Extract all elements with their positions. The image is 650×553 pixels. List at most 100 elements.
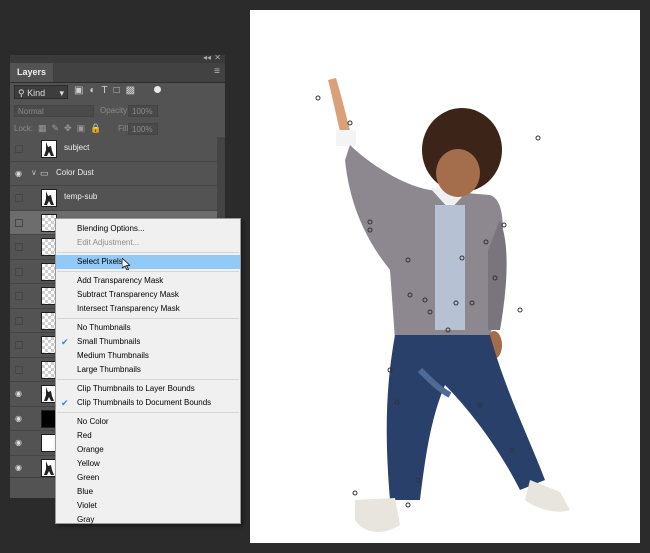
adjustment-filter-icon[interactable]: ◐ (89, 85, 101, 96)
type-filter-icon[interactable]: T (102, 85, 114, 96)
menu-item-label: Subtract Transparency Mask (77, 290, 179, 299)
menu-item-large-thumbnails[interactable]: Large Thumbnails (56, 363, 240, 377)
menu-item-red[interactable]: Red (56, 429, 240, 443)
menu-item-green[interactable]: Green (56, 471, 240, 485)
menu-item-label: Small Thumbnails (77, 337, 141, 346)
menu-item-label: Clip Thumbnails to Layer Bounds (77, 384, 195, 393)
visibility-eye-icon[interactable] (15, 145, 23, 153)
mouse-cursor-icon (122, 258, 130, 270)
menu-item-no-color[interactable]: No Color (56, 415, 240, 429)
menu-item-blue[interactable]: Blue (56, 485, 240, 499)
menu-item-label: Intersect Transparency Mask (77, 304, 180, 313)
menu-item-label: Add Transparency Mask (77, 276, 164, 285)
layer-thumbnail (41, 140, 57, 158)
menu-item-label: No Color (77, 417, 109, 426)
visibility-eye-icon[interactable]: ◉ (15, 414, 23, 422)
filter-kind-label: Kind (27, 88, 46, 98)
visibility-eye-icon[interactable] (15, 243, 23, 251)
layer-thumbnail (41, 189, 57, 207)
menu-item-add-transparency-mask[interactable]: Add Transparency Mask (56, 274, 240, 288)
visibility-eye-icon[interactable] (15, 292, 23, 300)
menu-item-label: Medium Thumbnails (77, 351, 149, 360)
menu-item-label: Green (77, 473, 100, 482)
menu-item-label: Gray (77, 515, 95, 524)
filter-toggle-icon[interactable] (154, 86, 161, 93)
photo-boy-dancing (315, 78, 570, 532)
lock-label: Lock: (14, 124, 34, 133)
menu-item-label: Orange (77, 445, 104, 454)
chevron-down-icon: ▾ (59, 88, 64, 98)
blend-row: Normal Opacity: 100% (14, 105, 222, 119)
menu-item-label: Yellow (77, 459, 100, 468)
menu-item-orange[interactable]: Orange (56, 443, 240, 457)
menu-separator (57, 252, 239, 253)
opacity-input[interactable]: 100% (128, 105, 158, 117)
lock-icons: ▦✎✥▣🔒 (38, 123, 106, 134)
layer-row[interactable]: temp-sub (10, 186, 217, 211)
lock-position-icon[interactable]: ✥ (64, 123, 77, 133)
menu-separator (57, 412, 239, 413)
subject-thumbnail-icon (44, 191, 54, 205)
image-filter-icon[interactable]: ▣ (74, 85, 89, 96)
chevron-down-icon[interactable]: ∨ (31, 168, 37, 177)
visibility-eye-icon[interactable] (15, 316, 23, 325)
menu-item-medium-thumbnails[interactable]: Medium Thumbnails (56, 349, 240, 363)
menu-item-clip-thumbnails-to-document-bounds[interactable]: ✔ Clip Thumbnails to Document Bounds (56, 396, 240, 410)
close-panel-icon[interactable]: ✕ (214, 53, 221, 62)
visibility-eye-icon[interactable] (15, 267, 23, 276)
tab-layers[interactable]: Layers (10, 63, 54, 82)
filter-type-icons: ▣◐T□▩ (74, 85, 141, 96)
shape-filter-icon[interactable]: □ (114, 85, 126, 96)
filter-kind-select[interactable]: ⚲ Kind ▾ (14, 85, 68, 99)
menu-item-no-thumbnails[interactable]: No Thumbnails (56, 321, 240, 335)
lock-transparent-icon[interactable]: ▦ (38, 123, 52, 133)
menu-item-gray[interactable]: Gray (56, 513, 240, 527)
folder-icon: ▭ (40, 167, 49, 178)
lock-image-icon[interactable]: ✎ (52, 123, 65, 133)
visibility-eye-icon[interactable] (15, 365, 23, 374)
lock-row: Lock: ▦✎✥▣🔒 Fill: 100% (14, 123, 222, 137)
menu-separator (57, 271, 239, 272)
subject-thumbnail-icon (44, 460, 54, 475)
subject-thumbnail-icon (44, 387, 54, 401)
panel-tab-bar: Layers ≡ (10, 63, 225, 83)
menu-separator (57, 379, 239, 380)
collapse-panel-icon[interactable]: ◂◂ (203, 53, 211, 62)
visibility-eye-icon[interactable]: ◉ (15, 169, 23, 177)
menu-item-intersect-transparency-mask[interactable]: Intersect Transparency Mask (56, 302, 240, 316)
menu-item-subtract-transparency-mask[interactable]: Subtract Transparency Mask (56, 288, 240, 302)
lock-artboard-icon[interactable]: ▣ (77, 123, 91, 133)
menu-item-select-pixels[interactable]: Select Pixels (56, 255, 240, 270)
panel-title-bar[interactable]: ◂◂ ✕ (10, 53, 225, 63)
layer-row[interactable]: subject (10, 137, 217, 162)
menu-item-blending-options[interactable]: Blending Options... (56, 222, 240, 236)
layer-filter-row: ⚲ Kind ▾ ▣◐T□▩ (14, 85, 222, 101)
smart-object-filter-icon[interactable]: ▩ (126, 85, 141, 96)
search-icon: ⚲ (18, 88, 25, 98)
menu-item-violet[interactable]: Violet (56, 499, 240, 513)
document-canvas[interactable] (250, 10, 640, 543)
subject-thumbnail-icon (44, 142, 54, 156)
lock-all-icon[interactable]: 🔒 (90, 123, 106, 133)
menu-item-label: No Thumbnails (77, 323, 131, 332)
menu-item-label: Edit Adjustment... (77, 238, 140, 247)
visibility-eye-icon[interactable] (15, 218, 23, 227)
menu-item-yellow[interactable]: Yellow (56, 457, 240, 471)
checkmark-icon: ✔ (61, 337, 69, 347)
visibility-eye-icon[interactable]: ◉ (15, 439, 23, 447)
layer-context-menu: Blending Options... Edit Adjustment... Sel… (55, 218, 241, 524)
layer-name: subject (64, 143, 90, 152)
panel-menu-icon[interactable]: ≡ (214, 66, 220, 77)
visibility-eye-icon[interactable]: ◉ (15, 463, 23, 471)
blend-mode-select[interactable]: Normal (14, 105, 94, 117)
menu-item-edit-adjustment[interactable]: Edit Adjustment... (56, 236, 240, 250)
visibility-eye-icon[interactable] (15, 341, 23, 349)
menu-item-clip-thumbnails-to-layer-bounds[interactable]: Clip Thumbnails to Layer Bounds (56, 382, 240, 396)
visibility-eye-icon[interactable] (15, 194, 23, 202)
menu-item-small-thumbnails[interactable]: ✔ Small Thumbnails (56, 335, 240, 349)
layer-group-row[interactable]: ◉ ∨ ▭ Color Dust (10, 162, 217, 186)
visibility-eye-icon[interactable]: ◉ (15, 390, 23, 398)
fill-input[interactable]: 100% (128, 123, 158, 135)
layer-name: Color Dust (56, 167, 94, 177)
menu-item-label: Red (77, 431, 92, 440)
